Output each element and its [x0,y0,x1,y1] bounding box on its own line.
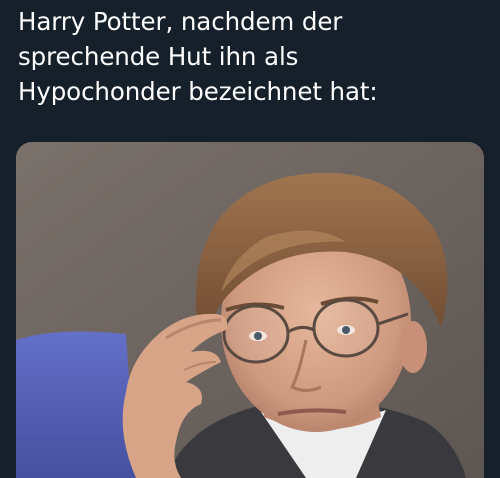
photo-illustration [16,142,484,478]
tweet-text-line-2: sprechende Hut ihn als [18,42,299,71]
tweet-text: Harry Potter, nachdem der sprechende Hut… [18,4,488,109]
tweet-post: Harry Potter, nachdem der sprechende Hut… [0,0,500,478]
ear [399,321,427,373]
tweet-photo[interactable] [16,142,484,478]
blue-chair [16,331,136,478]
tweet-text-line-1: Harry Potter, nachdem der [18,7,343,36]
tweet-text-line-3: Hypochonder bezeichnet hat: [18,77,378,106]
